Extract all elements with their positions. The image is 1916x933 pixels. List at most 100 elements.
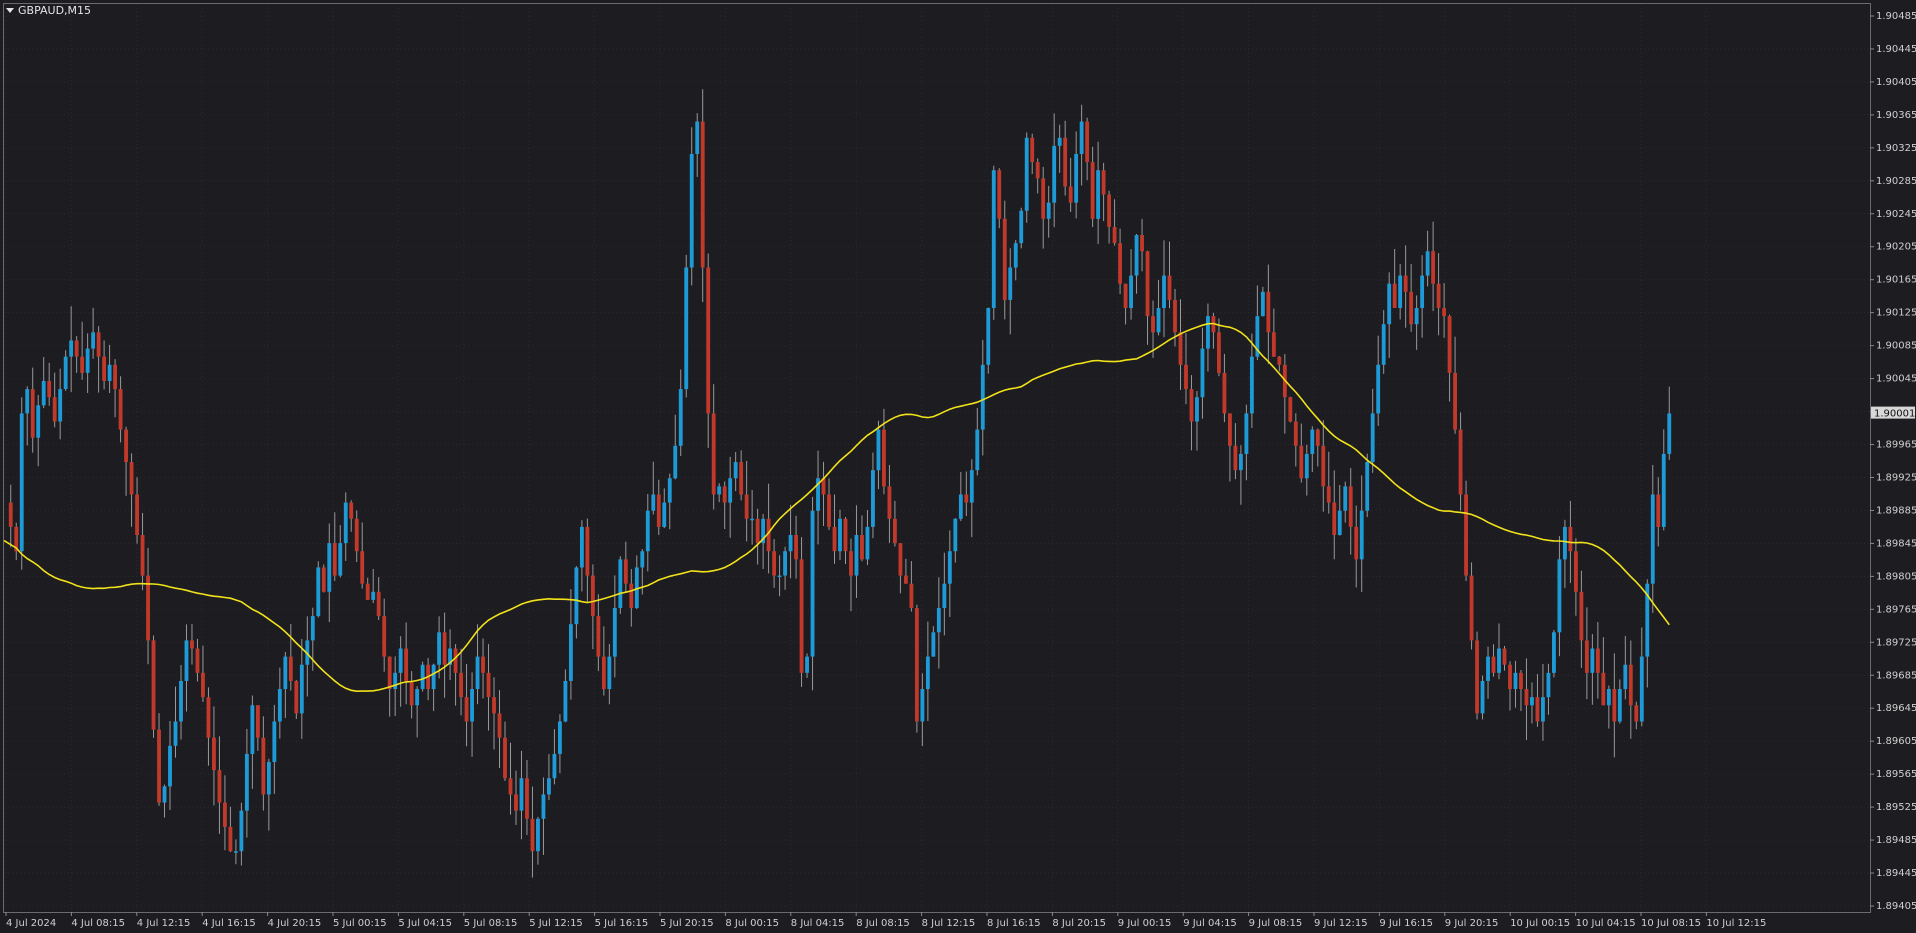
candle-body bbox=[860, 535, 864, 560]
candle-body bbox=[470, 689, 474, 722]
symbol-label[interactable]: GBPAUD,M15 bbox=[6, 4, 91, 17]
candle-body bbox=[453, 648, 458, 673]
candle-body bbox=[744, 494, 749, 519]
candle-body bbox=[1546, 672, 1551, 698]
candle-body bbox=[1475, 640, 1479, 714]
candle-body bbox=[1639, 656, 1644, 722]
candle-body bbox=[673, 445, 678, 479]
dropdown-triangle-icon[interactable] bbox=[6, 8, 14, 13]
time-axis-label: 4 Jul 08:15 bbox=[71, 918, 125, 929]
candle-body bbox=[739, 462, 744, 495]
candle-body bbox=[1118, 243, 1123, 284]
candle-body bbox=[1101, 170, 1106, 195]
candle-body bbox=[157, 729, 161, 803]
candle-body bbox=[799, 559, 804, 673]
price-axis-label: 1.90285 bbox=[1876, 176, 1916, 187]
candle-body bbox=[980, 364, 985, 430]
candle-body bbox=[19, 413, 24, 552]
candle-body bbox=[41, 380, 46, 406]
candle-body bbox=[1562, 526, 1567, 560]
candle-body bbox=[1552, 632, 1556, 673]
candle-body bbox=[266, 762, 271, 795]
candle-body bbox=[327, 543, 332, 592]
candle-body bbox=[585, 526, 590, 576]
candle-body bbox=[58, 389, 63, 422]
candle-body bbox=[1052, 145, 1057, 203]
candle-body bbox=[662, 502, 667, 527]
candle-body bbox=[1299, 445, 1304, 479]
candle-body bbox=[255, 705, 260, 738]
time-axis-label: 5 Jul 16:15 bbox=[595, 918, 649, 929]
candle-body bbox=[124, 429, 128, 463]
candle-body bbox=[1365, 462, 1370, 511]
candle-body bbox=[618, 559, 623, 608]
candle-body bbox=[1595, 648, 1600, 673]
candle-body bbox=[832, 526, 837, 552]
candle-body bbox=[1458, 429, 1463, 495]
candle-body bbox=[1667, 413, 1672, 454]
candle-body bbox=[843, 518, 848, 552]
candle-body bbox=[667, 478, 672, 503]
candle-body bbox=[283, 656, 288, 690]
candle-body bbox=[1041, 178, 1046, 219]
candle-body bbox=[1134, 235, 1139, 276]
candle-body bbox=[1107, 194, 1112, 227]
candle-body bbox=[1634, 705, 1639, 722]
candle-body bbox=[612, 607, 617, 657]
candle-body bbox=[47, 380, 52, 398]
candle-body bbox=[733, 462, 738, 479]
candle-body bbox=[404, 648, 409, 681]
candle-body bbox=[338, 543, 343, 576]
candle-body bbox=[750, 518, 755, 521]
candle-body bbox=[393, 672, 398, 690]
chart-window[interactable]: 1.90485 1.90445 1.90405 1.90365 1.90325 1.902… bbox=[0, 0, 1916, 933]
candle-body bbox=[365, 583, 370, 600]
candle-body bbox=[953, 518, 958, 552]
candle-body bbox=[947, 551, 952, 584]
candle-body bbox=[678, 389, 683, 446]
price-axis-label: 1.89485 bbox=[1876, 835, 1916, 846]
candle-body bbox=[52, 397, 57, 422]
candle-body bbox=[91, 332, 96, 349]
time-axis-label: 4 Jul 12:15 bbox=[137, 918, 191, 929]
candle-body bbox=[557, 721, 562, 754]
candle-body bbox=[1502, 648, 1507, 665]
candle-body bbox=[80, 356, 85, 373]
candle-body bbox=[1337, 510, 1342, 536]
candle-body bbox=[1129, 275, 1133, 309]
candle-body bbox=[695, 121, 700, 154]
candle-body bbox=[876, 429, 881, 471]
candle-body bbox=[162, 786, 167, 803]
candle-body bbox=[63, 356, 68, 390]
candle-body bbox=[1469, 575, 1474, 641]
candle-body bbox=[547, 778, 551, 795]
candle-body bbox=[1497, 648, 1501, 673]
candle-body bbox=[1206, 316, 1210, 349]
candle-body bbox=[514, 794, 518, 811]
candle-body bbox=[475, 656, 480, 690]
candle-body bbox=[1195, 397, 1199, 422]
time-axis-label: 10 Jul 08:15 bbox=[1641, 918, 1701, 929]
time-axis-label: 10 Jul 12:15 bbox=[1706, 918, 1766, 929]
candle-body bbox=[849, 551, 853, 576]
candle-body bbox=[1464, 494, 1468, 576]
candle-body bbox=[1030, 137, 1035, 163]
candle-body bbox=[706, 267, 711, 414]
time-axis-label: 9 Jul 16:15 bbox=[1379, 918, 1433, 929]
candle-body bbox=[1222, 372, 1227, 414]
candle-body bbox=[700, 121, 705, 268]
candle-body bbox=[596, 616, 601, 657]
price-axis-label: 1.89685 bbox=[1876, 670, 1916, 681]
candle-body bbox=[1315, 429, 1320, 446]
candle-body bbox=[986, 308, 991, 365]
candle-body bbox=[244, 753, 249, 811]
candle-body bbox=[398, 648, 403, 673]
candle-body bbox=[1612, 689, 1617, 722]
candle-body bbox=[909, 583, 914, 608]
candle-body bbox=[991, 170, 996, 309]
candle-body bbox=[343, 502, 348, 544]
price-axis-label: 1.89845 bbox=[1876, 538, 1916, 549]
candlestick-chart[interactable]: 1.90485 1.90445 1.90405 1.90365 1.90325 1.902… bbox=[0, 0, 1916, 933]
candle-body bbox=[1151, 316, 1155, 333]
candle-body bbox=[783, 551, 788, 576]
